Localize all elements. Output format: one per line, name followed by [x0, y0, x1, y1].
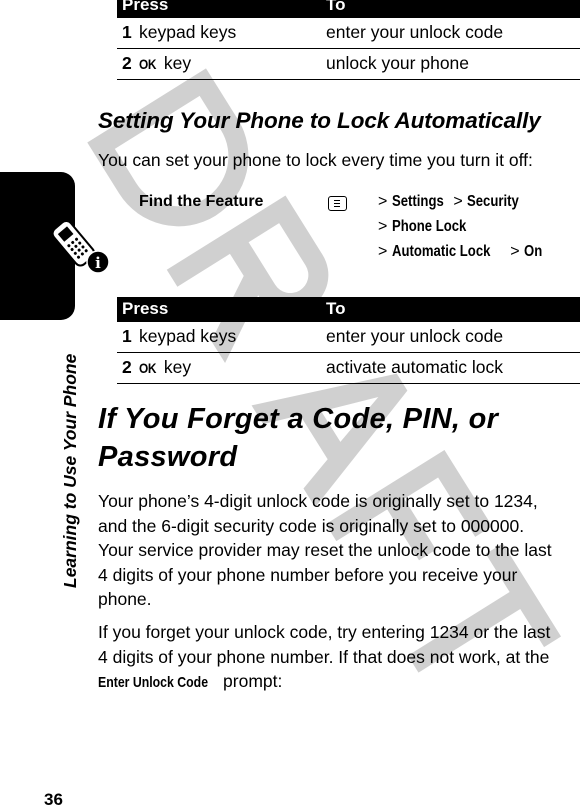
prompt-name: Enter Unlock Code: [98, 674, 209, 692]
table-row: 2 OK key unlock your phone: [117, 49, 580, 80]
result-text: activate automatic lock: [326, 357, 504, 377]
ok-key-label: OK: [139, 360, 156, 376]
section-heading: Setting Your Phone to Lock Automatically: [98, 108, 541, 133]
header-to: To: [326, 0, 346, 14]
press-action: OK key: [139, 357, 192, 377]
paragraph-forgot-code: If you forget your unlock code, try ente…: [98, 620, 580, 696]
menu-item-phone-lock: Phone Lock: [391, 218, 467, 235]
menu-item-on: On: [524, 243, 543, 260]
table-header: Press To: [117, 0, 580, 18]
press-table-unlock: Press To 1 keypad keys enter your unlock…: [117, 0, 580, 80]
chapter-label: Learning to Use Your Phone: [60, 353, 80, 588]
table-row: 2 OK key activate automatic lock: [117, 353, 580, 384]
result-text: enter your unlock code: [326, 22, 504, 42]
result-text: enter your unlock code: [326, 326, 504, 346]
header-to: To: [326, 299, 346, 318]
menu-item-security: Security: [467, 193, 519, 210]
ok-key-label: OK: [139, 56, 156, 72]
table-header: Press To: [117, 297, 580, 322]
menu-item-automatic-lock: Automatic Lock: [391, 243, 491, 260]
phone-info-icon: i: [51, 214, 110, 274]
press-table-auto-lock: Press To 1 keypad keys enter your unlock…: [117, 297, 580, 384]
step-number: 1: [122, 22, 132, 42]
section-heading-line-1: If You Forget a Code, PIN, or: [98, 403, 499, 435]
step-number: 2: [122, 357, 132, 377]
menu-key-icon: [328, 196, 347, 211]
table-row: 1 keypad keys enter your unlock code: [117, 18, 580, 49]
press-action: OK key: [139, 53, 192, 73]
svg-text:i: i: [95, 254, 101, 272]
find-feature-label: Find the Feature: [139, 193, 264, 210]
paragraph-default-codes: Your phone’s 4-digit unlock code is orig…: [98, 491, 552, 610]
section-intro: You can set your phone to lock every tim…: [98, 150, 533, 170]
press-action: keypad keys: [139, 22, 237, 42]
header-press: Press: [122, 0, 169, 14]
menu-path-line-1: > Settings > Security: [378, 193, 519, 210]
result-text: unlock your phone: [326, 53, 470, 73]
menu-item-settings: Settings: [391, 193, 444, 210]
menu-path-line-2: > Phone Lock: [378, 218, 467, 235]
menu-path-line-3: > Automatic Lock > On: [378, 243, 543, 260]
table-row: 1 keypad keys enter your unlock code: [117, 322, 580, 353]
step-number: 2: [122, 53, 132, 73]
header-press: Press: [122, 299, 169, 318]
manual-page: i Learning to Use Your Phone Press To 1 …: [0, 0, 580, 811]
page-number: 36: [44, 790, 63, 809]
section-heading-line-2: Password: [98, 441, 238, 473]
step-number: 1: [122, 326, 132, 346]
press-action: keypad keys: [139, 326, 237, 346]
